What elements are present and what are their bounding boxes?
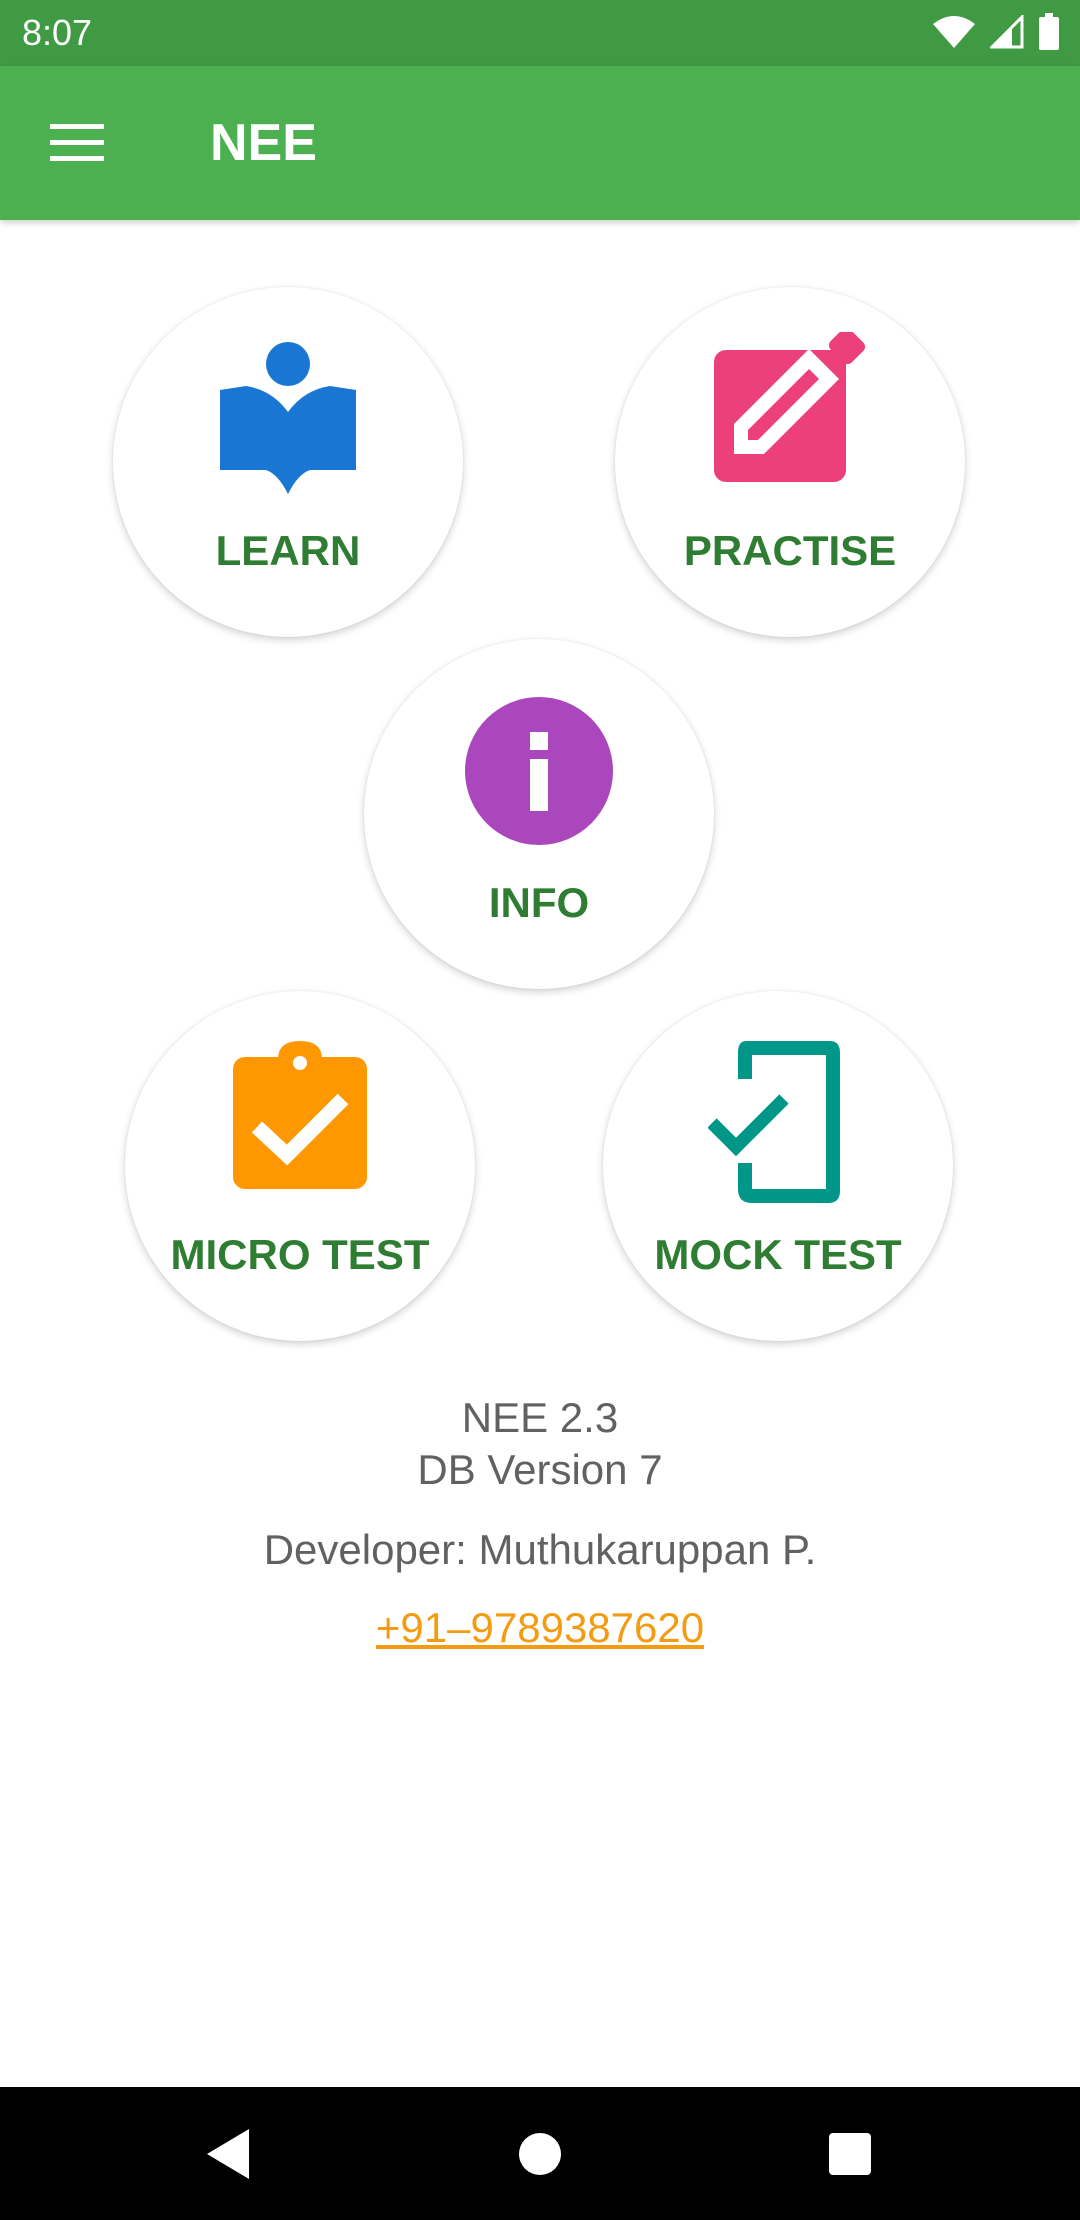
practise-button[interactable]: PRACTISE — [615, 287, 965, 637]
status-time: 8:07 — [22, 12, 93, 53]
mock-test-button[interactable]: MOCK TEST — [603, 991, 953, 1341]
book-reader-icon — [220, 342, 356, 494]
status-bar: 8:07 — [0, 0, 1080, 66]
practise-label: PRACTISE — [683, 527, 897, 574]
status-icons — [932, 12, 1060, 52]
info-label: INFO — [488, 879, 590, 926]
home-icon[interactable] — [507, 2121, 573, 2187]
phone-check-icon — [708, 1041, 840, 1203]
clipboard-check-icon — [233, 1041, 367, 1189]
navigation-bar — [0, 2087, 1080, 2220]
app-title: NEE — [210, 114, 317, 172]
info-icon — [465, 697, 613, 845]
developer-credit: Developer: Muthukaruppan P. — [263, 1526, 817, 1573]
app-bar: NEE — [0, 66, 1080, 220]
signal-icon — [990, 15, 1024, 49]
micro-test-button[interactable]: MICRO TEST — [125, 991, 475, 1341]
app-version: NEE 2.3 — [461, 1394, 619, 1441]
micro-test-label: MICRO TEST — [170, 1231, 430, 1278]
phone-link[interactable]: +91–9789387620 — [0, 1604, 1080, 1652]
learn-button[interactable]: LEARN — [113, 287, 463, 637]
mock-test-label: MOCK TEST — [654, 1231, 902, 1278]
edit-icon — [714, 332, 866, 482]
db-version: DB Version 7 — [417, 1446, 663, 1493]
learn-label: LEARN — [215, 527, 361, 574]
battery-icon — [1039, 13, 1059, 50]
recents-icon[interactable] — [817, 2121, 883, 2187]
menu-icon[interactable] — [50, 122, 104, 164]
info-button[interactable]: INFO — [364, 639, 714, 989]
back-icon[interactable] — [193, 2121, 259, 2187]
wifi-icon — [933, 16, 975, 48]
